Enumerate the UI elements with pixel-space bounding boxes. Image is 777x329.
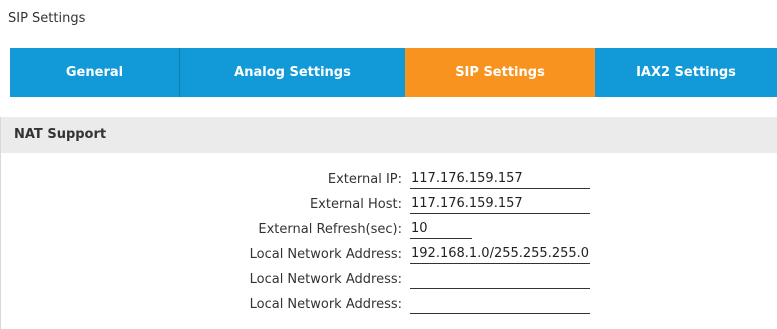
local-network-address-field-2[interactable] bbox=[410, 269, 590, 289]
tab-analog-settings[interactable]: Analog Settings bbox=[180, 48, 405, 97]
external-ip-field[interactable] bbox=[410, 169, 590, 189]
tab-bar: General Analog Settings SIP Settings IAX… bbox=[10, 48, 777, 97]
external-host-field[interactable] bbox=[410, 194, 590, 214]
local-network-address-label-3: Local Network Address: bbox=[249, 297, 402, 312]
tab-iax2-settings[interactable]: IAX2 Settings bbox=[595, 48, 777, 97]
external-refresh-label: External Refresh(sec): bbox=[258, 222, 402, 237]
external-refresh-field[interactable] bbox=[410, 219, 472, 239]
external-ip-row: External IP: bbox=[1, 169, 777, 191]
nat-support-header: NAT Support bbox=[0, 117, 777, 153]
local-network-address-row-2: Local Network Address: bbox=[1, 269, 777, 291]
external-refresh-row: External Refresh(sec): bbox=[1, 219, 777, 241]
local-network-address-row-3: Local Network Address: bbox=[1, 294, 777, 316]
section-title: NAT Support bbox=[14, 127, 107, 142]
local-network-address-label-2: Local Network Address: bbox=[249, 272, 402, 287]
tab-sip-settings[interactable]: SIP Settings bbox=[405, 48, 595, 97]
page-title: SIP Settings bbox=[8, 11, 86, 26]
local-network-address-field-1[interactable] bbox=[410, 244, 590, 264]
nat-support-body: External IP: External Host: External Ref… bbox=[0, 153, 777, 329]
external-host-row: External Host: bbox=[1, 194, 777, 216]
local-network-address-label-1: Local Network Address: bbox=[249, 247, 402, 262]
local-network-address-field-3[interactable] bbox=[410, 294, 590, 314]
external-host-label: External Host: bbox=[309, 197, 402, 212]
external-ip-label: External IP: bbox=[327, 172, 402, 187]
local-network-address-row-1: Local Network Address: bbox=[1, 244, 777, 266]
tab-general[interactable]: General bbox=[10, 48, 180, 97]
